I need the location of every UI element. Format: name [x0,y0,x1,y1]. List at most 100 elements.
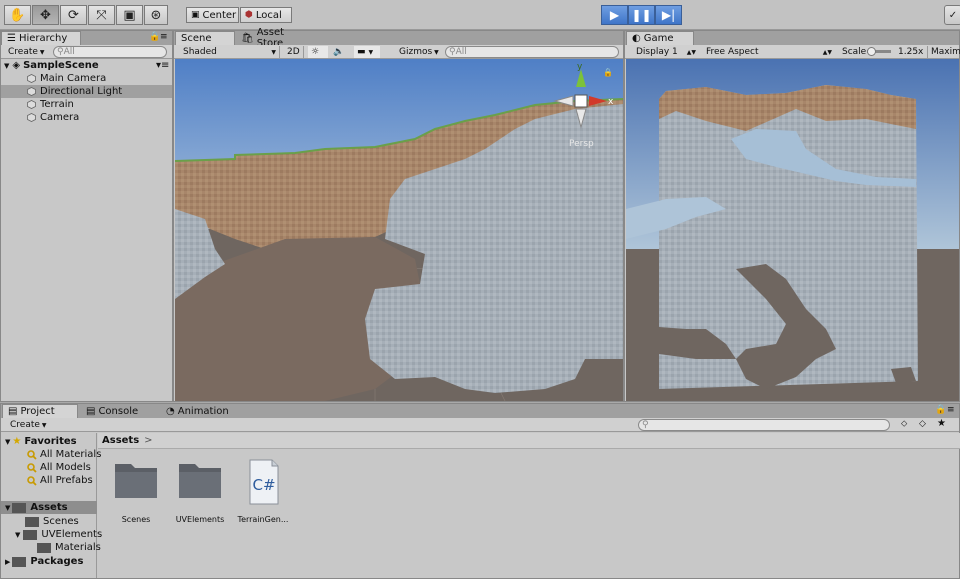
gizmos-label: Gizmos [399,47,433,57]
2d-label: 2D [287,47,300,57]
expand-arrow-icon: ▼ [4,61,10,70]
folder-icon [23,529,38,540]
favorite-item[interactable]: All Materials [27,448,101,461]
favorite-star-icon[interactable]: ★ [937,418,946,429]
assets-label: Assets [30,502,68,513]
hierarchy-search-input[interactable]: ⚲ All [53,46,167,58]
tab-project[interactable]: ▤ Project [2,404,78,418]
effects-dropdown[interactable]: ▬ ▼ [354,46,380,58]
favorite-item[interactable]: All Models [27,461,91,474]
rotate-tool-button[interactable]: ⟳ [60,5,87,25]
space-local-toggle[interactable]: ⬢ Local [240,7,292,23]
tab-asset-store[interactable]: 🛍 Asset Store [236,27,316,49]
hierarchy-item[interactable]: Main Camera [1,72,172,85]
scene-panel: Scene 🛍 Asset Store Shaded ▼ 2D ☼ 🔈 ▬ ▼ G… [173,27,624,402]
packages-row[interactable]: ▶ Packages [5,555,83,568]
breadcrumb-assets[interactable]: Assets [102,435,139,446]
move-tool-button[interactable]: ✥ [32,5,59,25]
hierarchy-item[interactable]: Terrain [1,98,172,111]
panel-menu-icon[interactable]: ≡ [160,32,168,42]
hierarchy-item-label: Directional Light [40,86,123,97]
pivot-center-toggle[interactable]: ▣ Center [186,7,239,23]
play-button[interactable]: ▶ [601,5,628,25]
asset-item[interactable]: C# TerrainGen... [233,458,293,524]
favorites-row[interactable]: ▼ ★ Favorites [5,435,77,448]
breadcrumb-separator: > [144,435,153,446]
expand-arrow-icon[interactable]: ▼ [15,531,20,539]
tab-animation[interactable]: ◔ Animation [161,404,241,418]
persp-label[interactable]: Persp [569,139,594,149]
scene-root-row[interactable]: ▼ ◈ SampleScene ▾≡ [1,59,172,72]
asset-tree-item[interactable]: Materials [37,541,101,554]
scene-menu-icon[interactable]: ▾≡ [156,60,169,71]
scene-search-input[interactable]: ⚲ All [445,46,619,58]
assets-row[interactable]: ▼ Assets [1,501,97,514]
dropdown-arrow-icon: ▼ [271,48,276,56]
scale-slider-thumb[interactable] [867,47,876,56]
tab-hierarchy[interactable]: ☰ Hierarchy [1,31,81,45]
hierarchy-tabbar: ☰ Hierarchy 🔒 ≡ [1,31,172,45]
favorite-item[interactable]: All Prefabs [27,474,93,487]
tab-scene[interactable]: Scene [175,31,235,45]
speaker-icon: 🔈 [333,47,345,57]
lighting-toggle[interactable]: ☼ [308,46,328,58]
hierarchy-create-dropdown[interactable]: Create ▼ [5,46,48,58]
checkmark-icon: ✓ [948,9,958,21]
favorite-label: All Models [40,462,91,473]
asset-name: UVElements [175,515,225,524]
maximize-label: Maximiz [931,47,960,57]
tab-console[interactable]: ▤ Console [81,404,159,418]
gizmo-lock-icon[interactable]: 🔒 [603,68,613,77]
dropdown-arrow-icon: ▲▼ [822,48,832,56]
shading-mode-dropdown[interactable]: Shaded ▼ [180,46,280,58]
maximize-on-play-toggle[interactable]: Maximiz [927,46,960,58]
asset-item[interactable]: Scenes [106,458,166,524]
game-viewport[interactable] [626,59,959,401]
hierarchy-item[interactable]: Camera [1,111,172,124]
project-tabbar: ▤ Project ▤ Console ◔ Animation 🔒 ≡ [1,404,959,418]
tab-game[interactable]: ◐ Game [626,31,694,45]
scale-tool-button[interactable]: ⤧ [88,5,115,25]
transform-icon: ⊛ [150,7,162,23]
asset-tree-label: UVElements [41,529,103,540]
scene-subbar: Shaded ▼ 2D ☼ 🔈 ▬ ▼ Gizmos ▼ ⚲ All [174,45,623,59]
folder-icon [179,464,221,498]
folder-icon [37,542,51,553]
2d-toggle[interactable]: 2D [284,46,304,58]
hierarchy-item[interactable]: Directional Light [1,85,172,98]
game-icon: ◐ [632,33,641,44]
favorite-label: All Prefabs [40,475,93,486]
step-icon: ▶| [661,8,676,22]
lock-icon[interactable]: 🔒 [149,32,160,42]
animation-icon: ◔ [166,405,175,417]
scene-name: SampleScene [23,60,99,71]
asset-tree-item[interactable]: Scenes [25,515,79,528]
hand-tool-button[interactable]: ✋ [4,5,31,25]
game-subbar: Display 1 ▲▼ Free Aspect ▲▼ Scale 1.25x … [625,45,960,59]
panel-menu-icon[interactable]: ≡ [947,405,955,415]
transform-tool-button[interactable]: ⊛ [144,5,168,25]
lock-icon[interactable]: 🔒 [935,405,946,415]
project-create-dropdown[interactable]: Create ▼ [7,419,50,431]
scene-viewport[interactable]: y x Persp 🔒 [175,59,623,401]
asset-item[interactable]: UVElements [170,458,230,524]
audio-toggle[interactable]: 🔈 [330,46,350,58]
aspect-dropdown[interactable]: Free Aspect ▲▼ [703,46,835,58]
csharp-glyph: C# [252,476,275,494]
asset-tree-item[interactable]: ▼ UVElements [15,528,103,541]
filter-label-icon[interactable]: ◇ [919,419,926,429]
step-button[interactable]: ▶| [655,5,682,25]
display-dropdown[interactable]: Display 1 ▲▼ [633,46,699,58]
scale-slider-track[interactable] [867,47,891,56]
project-subbar: Create ▼ ⚲ ⬦ ◇ ★ [1,418,959,432]
filter-type-icon[interactable]: ⬦ [901,419,907,429]
collab-button[interactable]: ✓ [944,5,960,25]
scale-value: 1.25x [898,47,924,57]
hierarchy-tab-label: Hierarchy [18,33,68,44]
favorites-star-icon: ★ [12,436,22,447]
rect-tool-button[interactable]: ▣ [116,5,143,25]
pause-button[interactable]: ❚❚ [628,5,655,25]
asset-name: TerrainGen... [237,515,289,524]
gizmos-dropdown[interactable]: Gizmos ▼ [396,46,440,58]
project-search-input[interactable]: ⚲ [638,419,890,431]
